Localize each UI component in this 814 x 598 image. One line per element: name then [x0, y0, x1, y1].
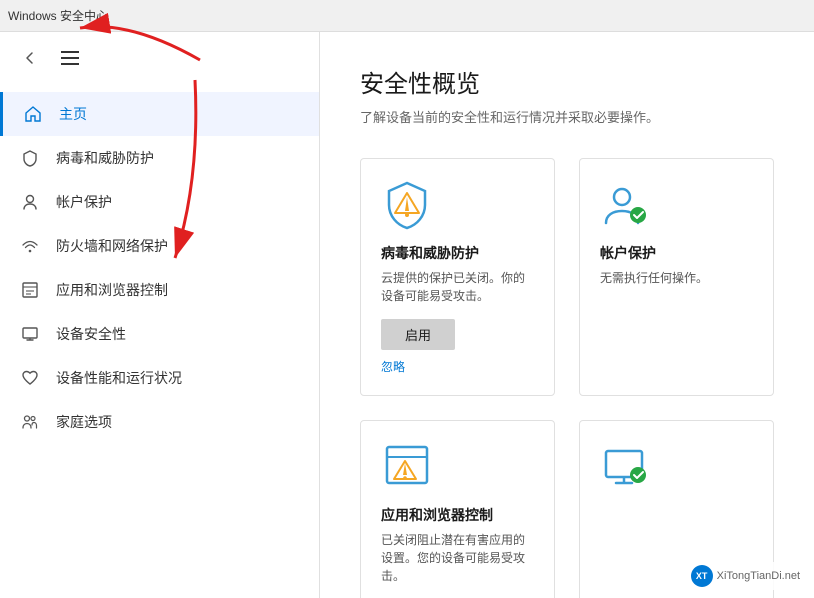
sidebar-item-device[interactable]: 设备安全性 — [0, 312, 319, 356]
device-icon — [20, 324, 40, 344]
title-bar: Windows 安全中心 — [0, 0, 814, 32]
title-bar-text: Windows 安全中心 — [8, 7, 108, 24]
home-icon — [23, 104, 43, 124]
account-ok-icon — [600, 179, 652, 231]
sidebar: 主页 病毒和威胁防护 — [0, 32, 320, 598]
family-icon — [20, 412, 40, 432]
sidebar-item-account[interactable]: 帐户保护 — [0, 180, 319, 224]
sidebar-item-firewall[interactable]: 防火墙和网络保护 — [0, 224, 319, 268]
sidebar-item-firewall-label: 防火墙和网络保护 — [56, 236, 168, 256]
account-icon — [20, 192, 40, 212]
watermark-text: XiTongTianDi.net — [717, 570, 800, 582]
hamburger-line-1 — [61, 51, 79, 53]
app-warning-icon — [381, 441, 433, 493]
wifi-icon — [20, 236, 40, 256]
sidebar-item-account-label: 帐户保护 — [56, 192, 112, 212]
app-card-title: 应用和浏览器控制 — [381, 505, 534, 525]
watermark: XT XiTongTianDi.net — [685, 562, 806, 590]
hamburger-line-2 — [61, 57, 79, 59]
sidebar-item-app-label: 应用和浏览器控制 — [56, 280, 168, 300]
main-window: Windows 安全中心 — [0, 0, 814, 598]
heart-icon — [20, 368, 40, 388]
sidebar-top — [0, 32, 319, 84]
watermark-logo-text: XT — [696, 571, 708, 581]
hamburger-button[interactable] — [56, 44, 84, 72]
ignore-link[interactable]: 忽略 — [381, 358, 534, 375]
sidebar-item-home-label: 主页 — [59, 104, 87, 124]
shield-icon — [20, 148, 40, 168]
sidebar-item-virus-label: 病毒和威胁防护 — [56, 148, 154, 168]
sidebar-item-performance[interactable]: 设备性能和运行状况 — [0, 356, 319, 400]
sidebar-item-family-label: 家庭选项 — [56, 412, 112, 432]
page-subtitle: 了解设备当前的安全性和运行情况并采取必要操作。 — [360, 107, 774, 126]
device-ok-icon — [600, 441, 652, 493]
virus-card-desc: 云提供的保护已关闭。你的设备可能易受攻击。 — [381, 269, 534, 305]
sidebar-item-home[interactable]: 主页 — [0, 92, 319, 136]
app-control-card: 应用和浏览器控制 已关闭阻止潜在有害应用的设置。您的设备可能易受攻击。 — [360, 420, 555, 598]
sidebar-item-family[interactable]: 家庭选项 — [0, 400, 319, 444]
enable-button[interactable]: 启用 — [381, 319, 455, 350]
cards-grid: 病毒和威胁防护 云提供的保护已关闭。你的设备可能易受攻击。 启用 忽略 — [360, 158, 774, 598]
sidebar-item-virus[interactable]: 病毒和威胁防护 — [0, 136, 319, 180]
app-icon — [20, 280, 40, 300]
app-card-desc: 已关闭阻止潜在有害应用的设置。您的设备可能易受攻击。 — [381, 531, 534, 585]
main-content: 主页 病毒和威胁防护 — [0, 32, 814, 598]
page-title: 安全性概览 — [360, 64, 774, 99]
virus-protection-card: 病毒和威胁防护 云提供的保护已关闭。你的设备可能易受攻击。 启用 忽略 — [360, 158, 555, 396]
account-protection-card: 帐户保护 无需执行任何操作。 — [579, 158, 774, 396]
nav-items: 主页 病毒和威胁防护 — [0, 92, 319, 444]
virus-card-title: 病毒和威胁防护 — [381, 243, 534, 263]
sidebar-item-performance-label: 设备性能和运行状况 — [56, 368, 182, 388]
watermark-logo: XT — [691, 565, 713, 587]
account-card-status: 无需执行任何操作。 — [600, 269, 753, 286]
sidebar-item-device-label: 设备安全性 — [56, 324, 126, 344]
back-button[interactable] — [16, 44, 44, 72]
right-panel: 安全性概览 了解设备当前的安全性和运行情况并采取必要操作。 病毒和威胁防护 云 — [320, 32, 814, 598]
sidebar-item-app[interactable]: 应用和浏览器控制 — [0, 268, 319, 312]
shield-warning-icon — [381, 179, 433, 231]
account-card-title: 帐户保护 — [600, 243, 753, 263]
hamburger-line-3 — [61, 63, 79, 65]
